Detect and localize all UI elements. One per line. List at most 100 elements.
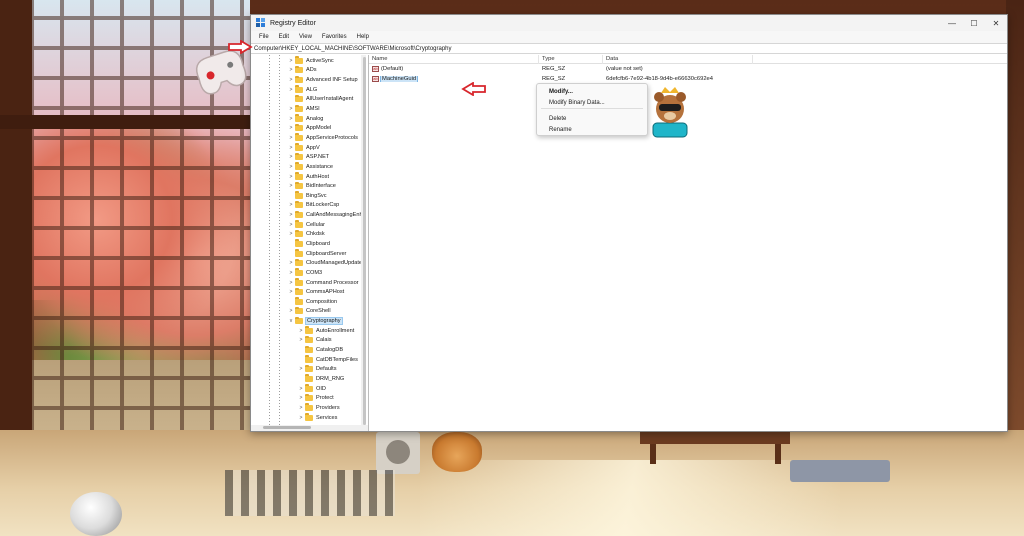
tree-item[interactable]: > Cellular <box>251 220 363 230</box>
chevron-right-icon[interactable]: > <box>287 212 295 218</box>
chevron-right-icon[interactable]: > <box>287 116 295 122</box>
tree-item[interactable]: > CallAndMessagingEnhancement <box>251 210 363 220</box>
maximize-button[interactable]: ☐ <box>963 15 985 31</box>
tree-item[interactable]: > Calais <box>251 335 363 346</box>
menu-file[interactable]: File <box>254 34 274 40</box>
chevron-right-icon[interactable]: > <box>287 260 295 266</box>
chevron-right-icon[interactable]: > <box>287 154 295 160</box>
chevron-right-icon[interactable]: > <box>287 164 295 170</box>
chevron-right-icon[interactable]: > <box>287 289 295 295</box>
chevron-right-icon[interactable]: > <box>287 174 295 180</box>
chevron-right-icon[interactable]: > <box>297 366 305 372</box>
tree-item[interactable]: > ADs <box>251 65 363 76</box>
tree-item[interactable]: > COM3 <box>251 268 363 278</box>
chevron-right-icon[interactable]: > <box>287 308 295 314</box>
chevron-right-icon[interactable]: > <box>297 415 305 421</box>
address-bar[interactable]: Computer\HKEY_LOCAL_MACHINE\SOFTWARE\Mic… <box>251 43 1007 54</box>
close-button[interactable]: ✕ <box>985 15 1007 31</box>
tree-item[interactable]: > ALG <box>251 85 363 95</box>
tree-item[interactable]: > AMSI <box>251 104 363 114</box>
wallpaper-wood-beam <box>0 115 250 129</box>
chevron-right-icon[interactable]: > <box>297 337 305 343</box>
tree-item-label: ActiveSync <box>306 57 334 64</box>
tree-item-label: ADs <box>306 67 317 74</box>
tree-item[interactable]: > ASP.NET <box>251 152 363 162</box>
tree-item[interactable]: > CloudManagedUpdate <box>251 258 363 268</box>
tree-item[interactable]: > Protect <box>251 393 363 403</box>
tree-item[interactable]: > BidInterface <box>251 181 363 191</box>
tree-item[interactable]: Clipboard <box>251 239 363 249</box>
tree-item[interactable]: DRM_RNG <box>251 374 363 384</box>
context-menu-rename[interactable]: Rename <box>537 124 647 135</box>
tree-item-label: CallAndMessagingEnhancement <box>306 212 363 219</box>
chevron-right-icon[interactable]: > <box>287 125 295 131</box>
tree-item[interactable]: CatDBTempFiles <box>251 355 363 365</box>
minimize-button[interactable]: — <box>941 15 963 31</box>
values-pane[interactable]: Name Type Data ab (Default) REG_SZ (valu… <box>369 54 1007 431</box>
chevron-right-icon[interactable]: > <box>297 405 305 411</box>
context-menu-modify-binary[interactable]: Modify Binary Data... <box>537 97 647 108</box>
tree-item[interactable]: CatalogDB <box>251 345 363 355</box>
chevron-right-icon[interactable]: > <box>287 87 295 93</box>
column-header-data[interactable]: Data <box>603 54 753 64</box>
column-header-name[interactable]: Name <box>369 54 539 64</box>
tree-item-label: BingSvc <box>306 192 327 199</box>
menu-favorites[interactable]: Favorites <box>317 34 352 40</box>
tree-item[interactable]: > Assistance <box>251 162 363 172</box>
tree-item[interactable]: v Cryptography <box>251 316 363 326</box>
menu-edit[interactable]: Edit <box>274 34 294 40</box>
tree-item[interactable]: > AppModel <box>251 123 363 133</box>
tree-item-label: Protect <box>316 395 334 402</box>
chevron-right-icon[interactable]: > <box>287 67 295 73</box>
chevron-right-icon[interactable]: > <box>287 183 295 189</box>
chevron-right-icon[interactable]: > <box>287 145 295 151</box>
tree-item[interactable]: > ActiveSync <box>251 56 363 66</box>
tree-item[interactable]: BingSvc <box>251 191 363 201</box>
tree-item[interactable]: > Advanced INF Setup <box>251 75 363 85</box>
tree-item[interactable]: > Defaults <box>251 364 363 375</box>
tree-hscrollbar-thumb[interactable] <box>263 426 311 429</box>
menu-help[interactable]: Help <box>352 34 374 40</box>
column-header-type[interactable]: Type <box>539 54 603 64</box>
tree-item-label: Calais <box>316 337 332 344</box>
tree-item[interactable]: > Services <box>251 413 363 423</box>
chevron-right-icon[interactable]: > <box>287 58 295 64</box>
key-tree-pane[interactable]: > ActiveSync > ADs > Advanced INF Setup > ALG Al… <box>251 55 369 431</box>
tree-item[interactable]: > CoreShell <box>251 306 363 317</box>
tree-item[interactable]: > OID <box>251 384 363 394</box>
tree-scrollbar-thumb[interactable] <box>363 57 366 425</box>
tree-item[interactable]: > CommsAPHost <box>251 287 363 297</box>
chevron-right-icon[interactable]: > <box>287 77 295 83</box>
address-path[interactable]: Computer\HKEY_LOCAL_MACHINE\SOFTWARE\Mic… <box>254 46 452 52</box>
tree-item[interactable]: > AppV <box>251 143 363 153</box>
tree-item[interactable]: > Analog <box>251 114 363 124</box>
tree-item[interactable]: > Command Processor <box>251 278 363 288</box>
tree-item[interactable]: > AuthHost <box>251 172 363 182</box>
context-menu-modify[interactable]: Modify... <box>537 86 647 97</box>
tree-item[interactable]: > Chkdsk <box>251 229 363 240</box>
chevron-right-icon[interactable]: > <box>297 395 305 401</box>
chevron-down-icon[interactable]: v <box>287 318 295 324</box>
chevron-right-icon[interactable]: > <box>287 202 295 208</box>
tree-item[interactable]: > BitLockerCsp <box>251 200 363 211</box>
tree-item[interactable]: ClipboardServer <box>251 249 363 259</box>
chevron-right-icon[interactable]: > <box>287 280 295 286</box>
context-menu-delete[interactable]: Delete <box>537 113 647 124</box>
chevron-right-icon[interactable]: > <box>287 106 295 112</box>
tree-item[interactable]: > Providers <box>251 403 363 413</box>
tree-item[interactable]: > AutoEnrollment <box>251 326 363 336</box>
tree-item[interactable]: AllUserInstallAgent <box>251 94 363 105</box>
tree-item[interactable]: Composition <box>251 297 363 307</box>
chevron-right-icon[interactable]: > <box>297 386 305 392</box>
title-bar[interactable]: Registry Editor — ☐ ✕ <box>251 15 1007 31</box>
chevron-right-icon[interactable]: > <box>297 328 305 334</box>
tree-item[interactable]: > AppServiceProtocols <box>251 133 363 143</box>
value-row-default[interactable]: ab (Default) REG_SZ (value not set) <box>369 64 1007 74</box>
chevron-right-icon[interactable]: > <box>287 270 295 276</box>
chevron-right-icon[interactable]: > <box>287 222 295 228</box>
chevron-right-icon[interactable]: > <box>287 135 295 141</box>
chevron-right-icon[interactable]: > <box>287 231 295 237</box>
tree-item-label: Cellular <box>306 221 325 228</box>
menu-view[interactable]: View <box>294 34 317 40</box>
wallpaper-sunlight <box>420 460 840 536</box>
